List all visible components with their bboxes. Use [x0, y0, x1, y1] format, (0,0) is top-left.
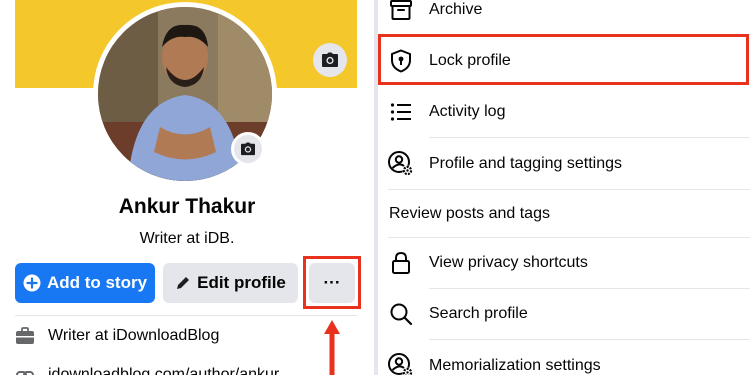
menu-item-archive-label: Archive — [429, 0, 483, 18]
user-gear-icon — [388, 352, 414, 375]
archive-icon — [388, 0, 414, 23]
menu-item-profile-tagging-settings[interactable]: Profile and tagging settings — [378, 138, 750, 189]
highlight-box-more — [303, 256, 361, 309]
up-arrow-annotation — [324, 320, 340, 375]
pencil-icon — [175, 275, 191, 291]
menu-item-search-profile-label: Search profile — [429, 304, 528, 322]
briefcase-icon — [15, 327, 41, 345]
menu-item-review-posts-tags-label: Review posts and tags — [389, 204, 550, 222]
menu-item-profile-tagging-settings-label: Profile and tagging settings — [429, 154, 623, 172]
menu-item-review-posts-tags[interactable]: Review posts and tags — [378, 188, 750, 239]
camera-icon — [322, 52, 338, 67]
highlight-box-lock-profile — [378, 34, 749, 85]
profile-name: Ankur Thakur — [118, 195, 256, 218]
menu-item-memorialization-settings-label: Memorialization settings — [429, 356, 601, 374]
info-row-work-text: Writer at iDownloadBlog — [48, 327, 220, 344]
menu-item-activity-log-label: Activity log — [429, 102, 506, 120]
edit-cover-button[interactable] — [313, 43, 347, 77]
menu-item-search-profile[interactable]: Search profile — [378, 288, 750, 339]
search-icon — [388, 301, 414, 327]
divider — [15, 315, 357, 316]
add-to-story-button[interactable]: Add to story — [15, 263, 155, 303]
info-row-work: Writer at iDownloadBlog — [15, 322, 219, 350]
edit-profile-label: Edit profile — [197, 273, 286, 292]
add-to-story-label: Add to story — [46, 273, 148, 292]
info-row-link-text: idownloadblog.com/author/ankur — [48, 366, 280, 375]
plus-circle-icon — [23, 274, 41, 292]
menu-item-view-privacy-shortcuts-label: View privacy shortcuts — [429, 253, 588, 271]
profile-options-menu: Archive Lock profile Activity log Profil… — [378, 0, 750, 375]
user-gear-icon — [388, 150, 414, 177]
edit-avatar-button[interactable] — [231, 132, 265, 166]
profile-bio: Writer at iDB. — [139, 230, 235, 247]
menu-item-memorialization-settings[interactable]: Memorialization settings — [378, 340, 750, 375]
menu-item-view-privacy-shortcuts[interactable]: View privacy shortcuts — [378, 237, 750, 288]
list-icon — [388, 99, 414, 125]
camera-icon — [241, 142, 255, 156]
lock-icon — [388, 250, 414, 276]
menu-item-archive[interactable]: Archive — [378, 0, 750, 35]
link-icon — [15, 366, 41, 375]
menu-item-activity-log[interactable]: Activity log — [378, 86, 750, 137]
info-row-link[interactable]: idownloadblog.com/author/ankur — [15, 361, 279, 375]
edit-profile-button[interactable]: Edit profile — [163, 263, 298, 303]
profile-panel: Ankur Thakur Writer at iDB. Add to story… — [0, 0, 374, 375]
